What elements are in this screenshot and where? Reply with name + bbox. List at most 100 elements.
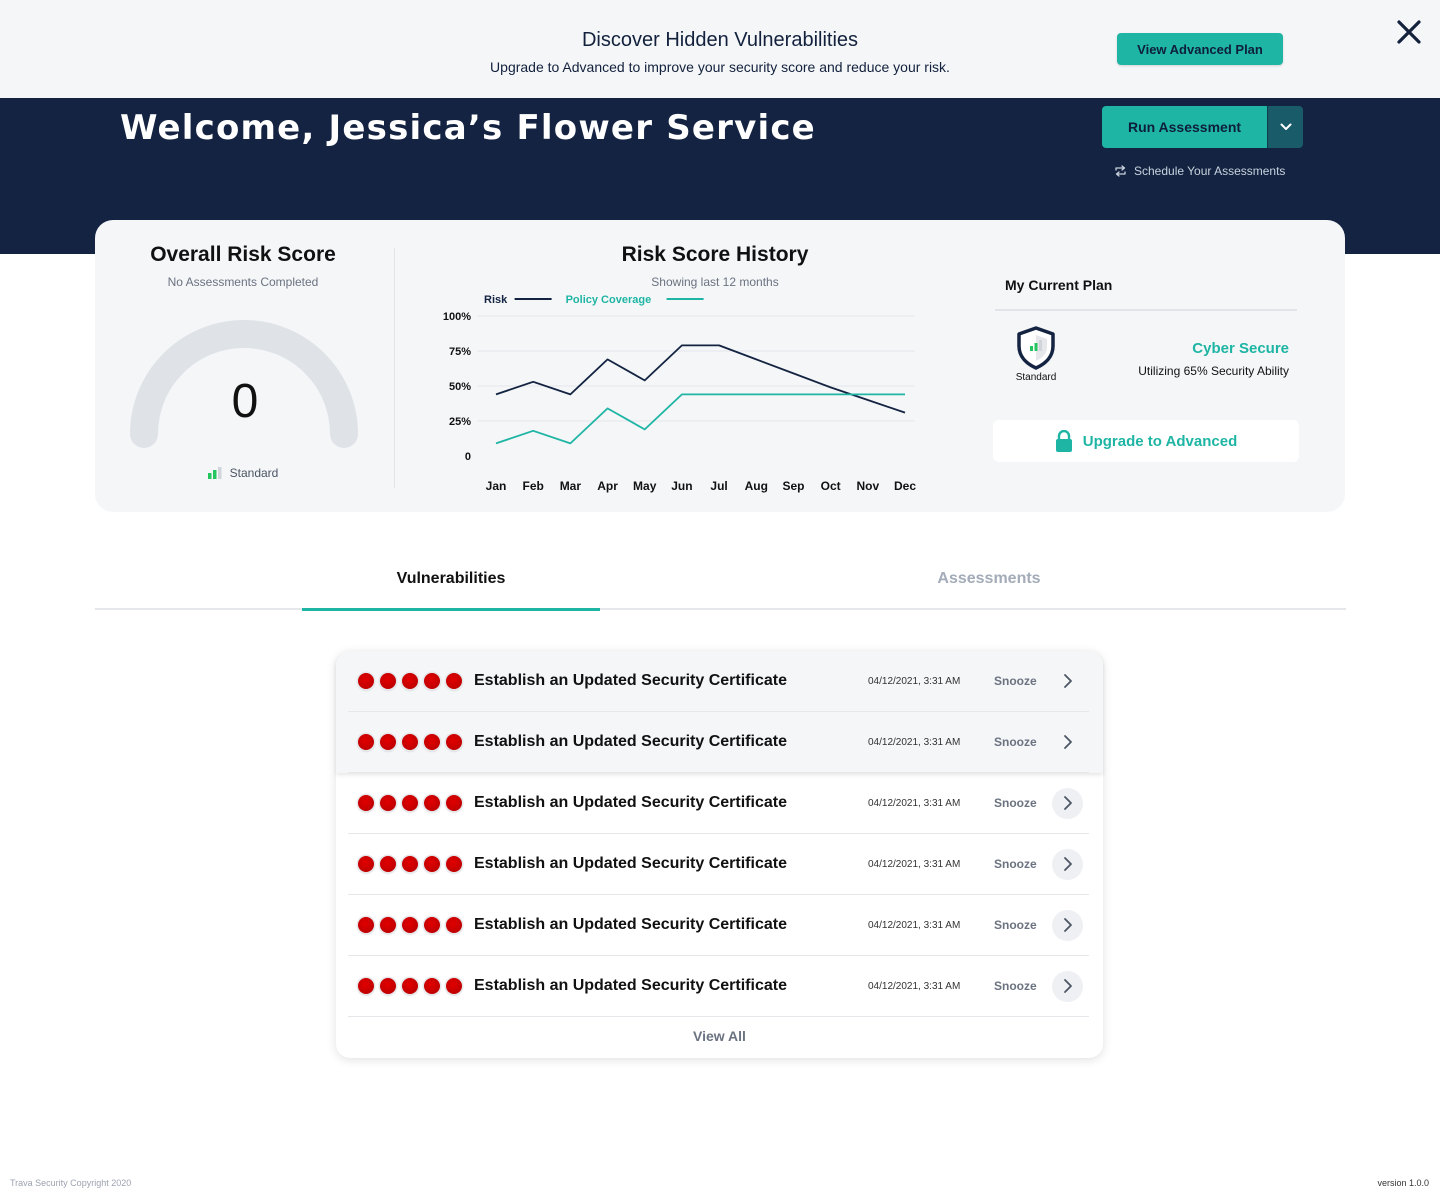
run-assessment-dropdown[interactable]	[1267, 106, 1303, 148]
history-subtitle: Showing last 12 months	[651, 275, 779, 289]
open-details-button[interactable]	[1052, 727, 1083, 758]
open-details-button[interactable]	[1052, 787, 1083, 819]
snooze-button[interactable]: Snooze	[994, 674, 1037, 688]
severity-dot	[446, 673, 462, 689]
open-details-button[interactable]	[1052, 909, 1083, 941]
series-line-risk	[495, 344, 906, 414]
vulnerability-row[interactable]: Establish an Updated Security Certificat…	[348, 712, 1089, 773]
vulnerability-row[interactable]: Establish an Updated Security Certificat…	[348, 773, 1089, 834]
severity-dot	[358, 673, 374, 689]
severity-dot	[424, 978, 440, 994]
open-details-button[interactable]	[1052, 848, 1083, 880]
severity-dot	[446, 917, 462, 933]
severity-dot	[358, 795, 374, 811]
severity-dot	[380, 673, 396, 689]
severity-dot	[358, 734, 374, 750]
plan-tier-label: Standard	[1015, 372, 1057, 383]
view-advanced-plan-button[interactable]: View Advanced Plan	[1117, 33, 1283, 65]
severity-dot	[402, 856, 418, 872]
risk-score-title: Overall Risk Score	[150, 243, 336, 266]
vulnerability-title: Establish an Updated Security Certificat…	[474, 916, 787, 933]
y-tick-label: 0	[465, 451, 471, 463]
vulnerability-row[interactable]: Establish an Updated Security Certificat…	[348, 834, 1089, 895]
snooze-button[interactable]: Snooze	[994, 979, 1037, 993]
y-tick-label: 25%	[449, 416, 471, 428]
severity-indicator	[358, 917, 462, 933]
run-assessment-group: Run Assessment	[1102, 106, 1303, 148]
y-tick-label: 100%	[443, 311, 471, 323]
plan-title: My Current Plan	[1005, 277, 1113, 293]
vulnerability-title: Establish an Updated Security Certificat…	[474, 794, 787, 811]
vulnerability-list: View All Establish an Updated Security C…	[336, 651, 1103, 1058]
repeat-icon	[1115, 165, 1126, 177]
vulnerability-row[interactable]: Establish an Updated Security Certificat…	[348, 651, 1089, 712]
vulnerability-title: Establish an Updated Security Certificat…	[474, 733, 787, 750]
vulnerability-date: 04/12/2021, 3:31 AM	[868, 980, 961, 992]
severity-dot	[380, 978, 396, 994]
welcome-title: Welcome, Jessica’s Flower Service	[120, 108, 816, 148]
chevron-down-icon	[1280, 123, 1291, 130]
severity-dot	[380, 856, 396, 872]
x-tick-label: Oct	[821, 479, 841, 493]
chevron-right-icon	[1063, 979, 1072, 993]
risk-history-chart: 100% 75% 50% 25% 0 Jan Feb Mar Apr May Jun Jul Aug Se…	[443, 294, 916, 493]
snooze-button[interactable]: Snooze	[994, 735, 1037, 749]
snooze-button[interactable]: Snooze	[994, 918, 1037, 932]
risk-score-value: 0	[231, 375, 259, 428]
tab-assessments[interactable]: Assessments	[840, 570, 1138, 588]
severity-dot	[446, 734, 462, 750]
history-title: Risk Score History	[621, 243, 809, 266]
chevron-right-icon	[1063, 674, 1072, 688]
chevron-right-icon	[1063, 857, 1072, 871]
legend-label: Policy Coverage	[566, 294, 652, 306]
upgrade-to-advanced-button[interactable]: Upgrade to Advanced	[993, 420, 1299, 462]
severity-dot	[424, 734, 440, 750]
vulnerability-date: 04/12/2021, 3:31 AM	[868, 675, 961, 687]
vulnerability-row[interactable]: Establish an Updated Security Certificat…	[348, 895, 1089, 956]
close-icon	[1397, 20, 1421, 44]
view-all-link[interactable]: View All	[336, 1028, 1103, 1044]
vulnerability-row[interactable]: Establish an Updated Security Certificat…	[348, 956, 1089, 1017]
vulnerability-date: 04/12/2021, 3:31 AM	[868, 919, 961, 931]
x-tick-label: Mar	[560, 479, 582, 493]
vulnerability-title: Establish an Updated Security Certificat…	[474, 855, 787, 872]
plan-divider	[995, 309, 1297, 311]
severity-dot	[358, 856, 374, 872]
footer-version: version 1.0.0	[1377, 1178, 1429, 1188]
snooze-button[interactable]: Snooze	[994, 857, 1037, 871]
severity-dot	[402, 917, 418, 933]
severity-dot	[380, 917, 396, 933]
upgrade-banner: Discover Hidden Vulnerabilities Upgrade …	[0, 0, 1440, 98]
x-tick-label: Nov	[856, 479, 879, 493]
severity-dot	[446, 795, 462, 811]
close-banner-button[interactable]	[1392, 15, 1426, 49]
severity-dot	[402, 795, 418, 811]
severity-dot	[402, 734, 418, 750]
x-tick-label: Dec	[894, 479, 916, 493]
vulnerability-date: 04/12/2021, 3:31 AM	[868, 736, 961, 748]
snooze-button[interactable]: Snooze	[994, 796, 1037, 810]
vulnerability-date: 04/12/2021, 3:31 AM	[868, 858, 961, 870]
schedule-label: Schedule Your Assessments	[1134, 164, 1286, 178]
tab-vulnerabilities[interactable]: Vulnerabilities	[302, 570, 600, 588]
open-details-button[interactable]	[1052, 666, 1083, 697]
footer-copyright: Trava Security Copyright 2020	[10, 1178, 132, 1188]
chevron-right-icon	[1063, 918, 1072, 932]
schedule-assessments-link[interactable]: Schedule Your Assessments	[1114, 164, 1285, 178]
severity-dot	[380, 795, 396, 811]
x-tick-label: Apr	[597, 479, 618, 493]
active-tab-indicator	[302, 608, 600, 611]
shield-icon	[1017, 326, 1055, 370]
y-tick-label: 50%	[449, 381, 471, 393]
severity-indicator	[358, 734, 462, 750]
severity-dot	[446, 978, 462, 994]
severity-indicator	[358, 978, 462, 994]
chevron-right-icon	[1063, 735, 1072, 749]
run-assessment-button[interactable]: Run Assessment	[1102, 106, 1267, 148]
risk-score-legend: Standard	[95, 466, 391, 480]
severity-dot	[402, 673, 418, 689]
lock-icon	[1055, 430, 1072, 452]
open-details-button[interactable]	[1052, 970, 1083, 1002]
severity-dot	[358, 978, 374, 994]
severity-dot	[424, 795, 440, 811]
